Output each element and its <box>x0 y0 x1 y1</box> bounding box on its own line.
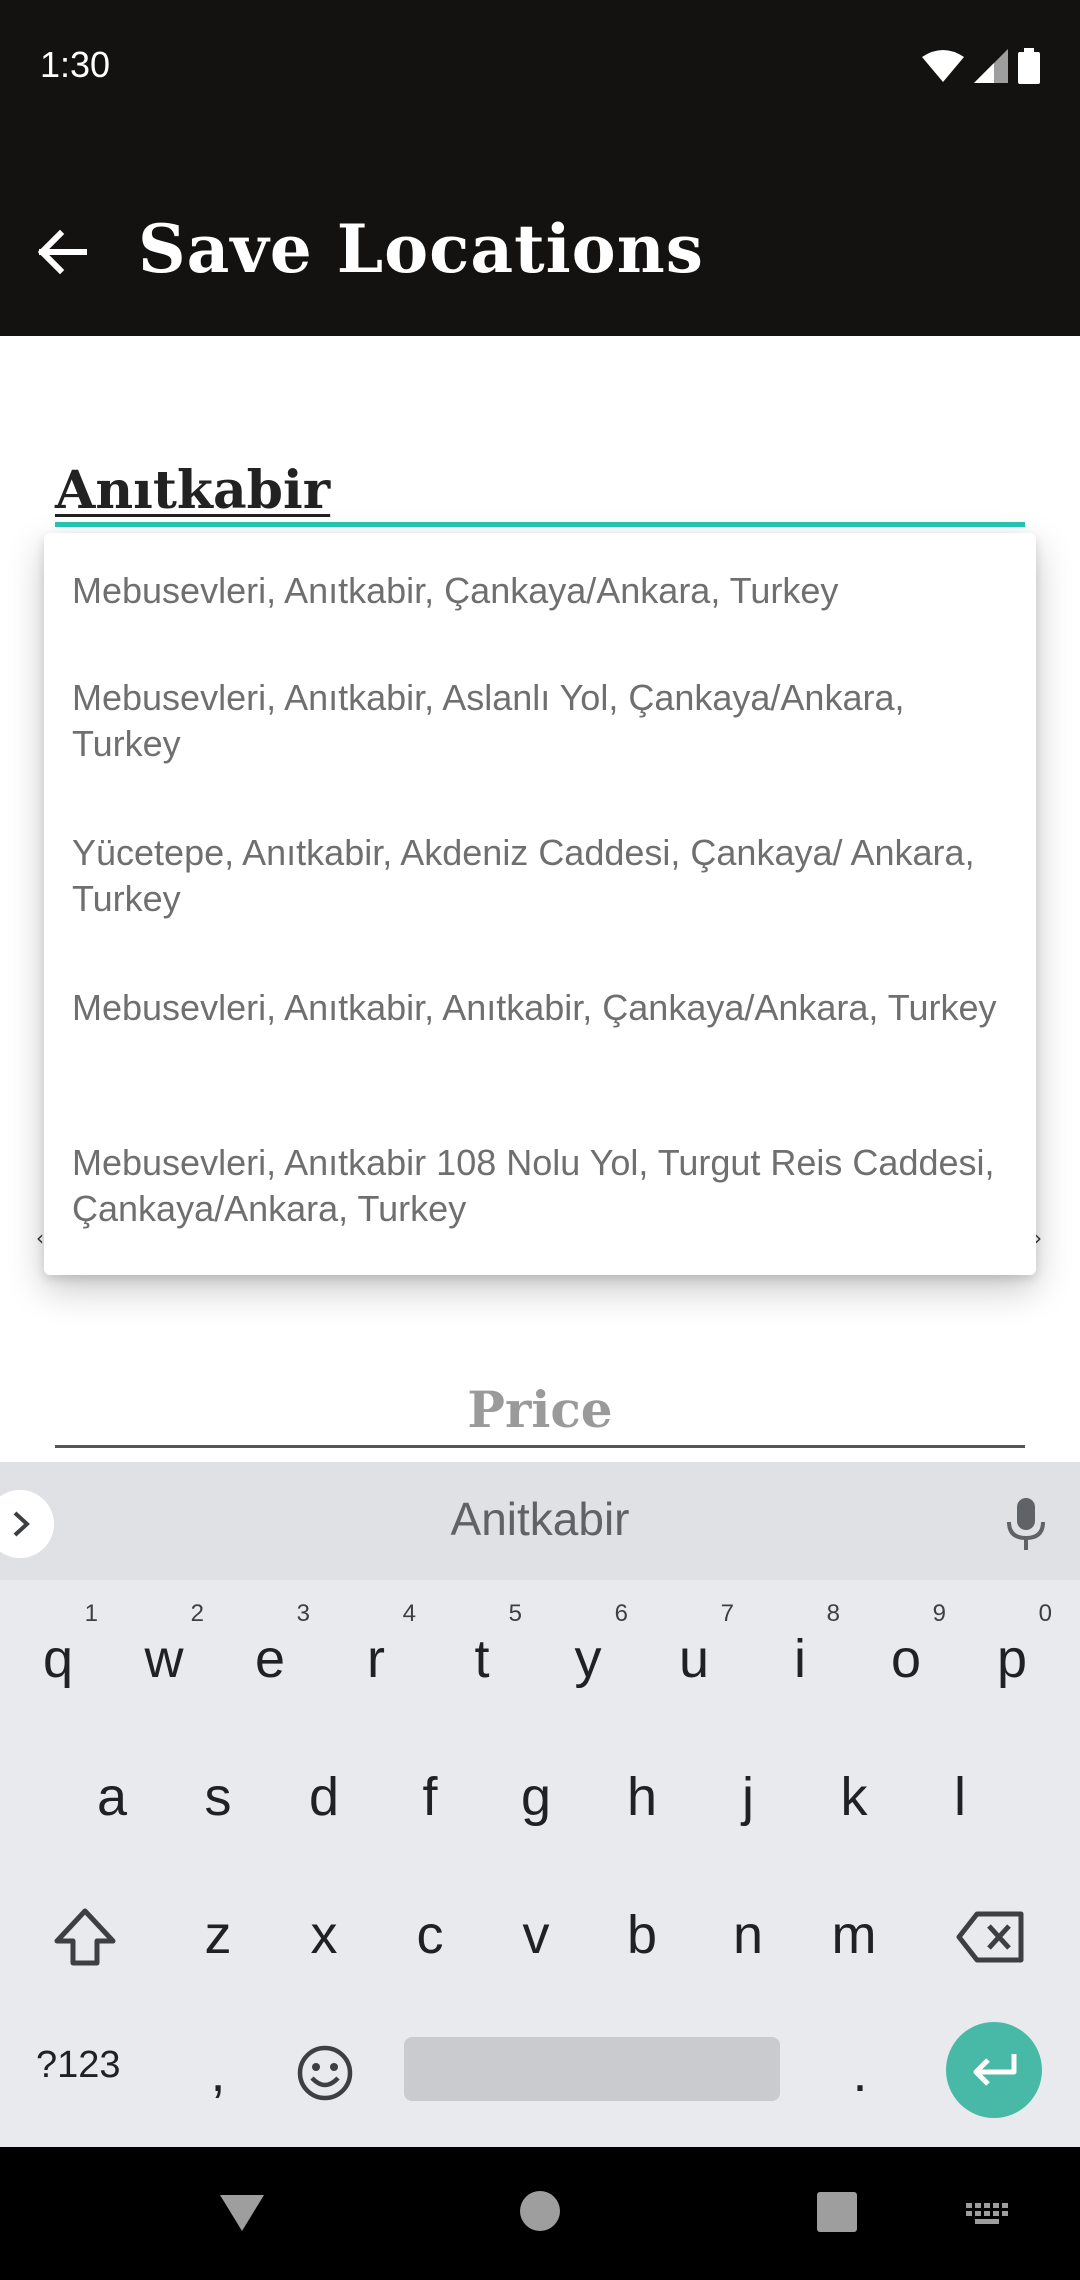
status-time: 1:30 <box>40 44 111 85</box>
shift-icon <box>54 1908 116 1966</box>
space-key[interactable] <box>404 2037 780 2101</box>
keyboard-word-suggestion[interactable]: Anitkabir <box>0 1492 1080 1546</box>
key-o[interactable]: 9o <box>858 1600 954 1712</box>
key-h[interactable]: h <box>594 1740 690 1850</box>
page-title: Save Locations <box>138 210 704 288</box>
backspace-key[interactable] <box>946 1892 1036 1982</box>
key-v[interactable]: v <box>488 1878 584 1988</box>
key-f[interactable]: f <box>382 1740 478 1850</box>
home-nav-icon[interactable] <box>519 2190 561 2232</box>
key-z[interactable]: z <box>170 1878 266 1988</box>
status-icons <box>922 46 1040 86</box>
system-nav-bar <box>0 2147 1080 2280</box>
key-k[interactable]: k <box>806 1740 902 1850</box>
suggestions-dropdown: Mebusevleri, Anıtkabir, Çankaya/Ankara, … <box>44 533 1036 1275</box>
edge-mark-left: ‹ <box>36 1226 44 1250</box>
key-a[interactable]: a <box>64 1740 160 1850</box>
back-arrow-icon[interactable] <box>30 220 94 284</box>
key-n[interactable]: n <box>700 1878 796 1988</box>
key-w[interactable]: 2w <box>116 1600 212 1712</box>
key-x[interactable]: x <box>276 1878 372 1988</box>
key-m[interactable]: m <box>806 1878 902 1988</box>
back-nav-icon[interactable] <box>218 2193 266 2233</box>
symbols-key[interactable]: ?123 <box>36 2044 121 2087</box>
emoji-icon <box>297 2045 353 2101</box>
location-search-field[interactable]: Anıtkabir <box>55 440 1025 530</box>
keyboard-switch-icon[interactable] <box>966 2203 1008 2229</box>
suggestion-item[interactable]: Yücetepe, Anıtkabir, Akdeniz Caddesi, Ça… <box>72 830 1002 922</box>
search-input[interactable]: Anıtkabir <box>55 460 330 521</box>
key-g[interactable]: g <box>488 1740 584 1850</box>
suggestion-item[interactable]: Mebusevleri, Anıtkabir, Anıtkabir, Çanka… <box>72 985 1002 1031</box>
key-l[interactable]: l <box>912 1740 1008 1850</box>
key-j[interactable]: j <box>700 1740 796 1850</box>
signal-icon <box>974 49 1008 83</box>
comma-key[interactable]: , <box>170 2016 266 2126</box>
backspace-icon <box>956 1911 1024 1963</box>
key-b[interactable]: b <box>594 1878 690 1988</box>
key-c[interactable]: c <box>382 1878 478 1988</box>
enter-key[interactable] <box>946 2022 1042 2118</box>
battery-icon <box>1018 48 1040 84</box>
suggestion-item[interactable]: Mebusevleri, Anıtkabir, Çankaya/Ankara, … <box>72 568 1002 614</box>
key-i[interactable]: 8i <box>752 1600 848 1712</box>
price-underline <box>55 1445 1025 1448</box>
suggestion-item[interactable]: Mebusevleri, Anıtkabir, Aslanlı Yol, Çan… <box>72 675 1002 767</box>
shift-key[interactable] <box>40 1892 130 1982</box>
key-p[interactable]: 0p <box>964 1600 1060 1712</box>
app-header: 1:30 Save Locations <box>0 0 1080 336</box>
keyboard-suggestion-strip: Anitkabir <box>0 1462 1080 1580</box>
key-q[interactable]: 1q <box>10 1600 106 1712</box>
microphone-icon[interactable] <box>1004 1496 1048 1552</box>
key-s[interactable]: s <box>170 1740 266 1850</box>
key-u[interactable]: 7u <box>646 1600 742 1712</box>
key-d[interactable]: d <box>276 1740 372 1850</box>
enter-icon <box>973 2054 1017 2086</box>
price-field[interactable]: Price <box>0 1380 1080 1439</box>
key-y[interactable]: 6y <box>540 1600 636 1712</box>
period-key[interactable]: . <box>812 2016 908 2126</box>
input-underline <box>55 522 1025 527</box>
key-t[interactable]: 5t <box>434 1600 530 1712</box>
suggestion-item[interactable]: Mebusevleri, Anıtkabir 108 Nolu Yol, Tur… <box>72 1140 1002 1232</box>
recents-nav-icon[interactable] <box>817 2192 857 2232</box>
emoji-key[interactable] <box>280 2028 370 2118</box>
wifi-icon <box>922 50 964 82</box>
key-e[interactable]: 3e <box>222 1600 318 1712</box>
keyboard: Anitkabir 1q 2w 3e 4r 5t 6y 7u 8i 9o 0p … <box>0 1462 1080 2147</box>
key-r[interactable]: 4r <box>328 1600 424 1712</box>
